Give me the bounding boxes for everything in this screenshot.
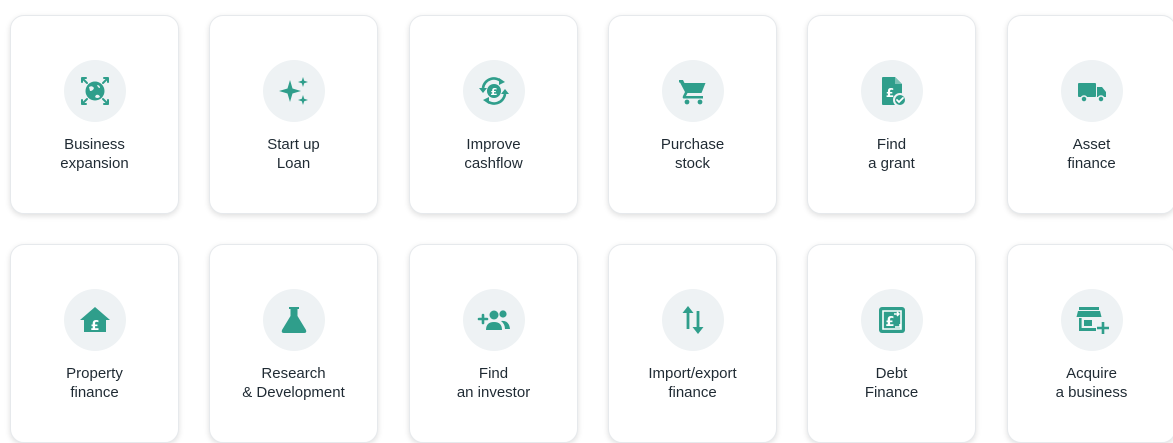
icon-circle [263,289,325,351]
card-improve-cashflow[interactable]: £ Improve cashflow [409,15,578,214]
card-acquire-a-business[interactable]: Acquire a business [1007,244,1173,443]
house-pound-icon: £ [80,307,110,334]
label-line-2: Finance [864,384,919,401]
label-line-1: Research [261,365,326,382]
label-line-2: cashflow [464,155,523,172]
label-line-2: an investor [456,384,531,401]
card-label: Asset finance [1008,135,1173,173]
finance-options-grid: Business expansion Start up Loan £ Impro… [0,0,1173,443]
icon-circle [463,289,525,351]
label-line-2: finance [70,384,119,401]
add-people-icon [477,310,510,330]
icon-circle [1061,289,1123,351]
card-purchase-stock[interactable]: Purchase stock [608,15,777,214]
label-line-1: Business [64,136,125,153]
icon-circle [64,60,126,122]
svg-text:£: £ [491,87,498,98]
card-find-an-investor[interactable]: Find an investor [409,244,578,443]
store-add-icon [1076,307,1109,334]
card-label: Property finance [11,364,178,402]
card-label: Debt Finance [808,364,975,402]
card-label: Start up Loan [210,135,377,173]
card-research-development[interactable]: Research & Development [209,244,378,443]
card-find-a-grant[interactable]: £ Find a grant [807,15,976,214]
card-start-up-loan[interactable]: Start up Loan [209,15,378,214]
icon-circle: £ [861,60,923,122]
icon-circle: £ [463,60,525,122]
truck-icon [1078,83,1106,103]
up-down-arrows-icon [682,306,704,334]
label-line-1: Asset [1072,136,1111,153]
label-line-2: expansion [60,155,129,172]
label-line-2: a business [1055,384,1128,401]
shopping-cart-icon [679,80,706,105]
icon-circle: £ [861,289,923,351]
card-label: Improve cashflow [410,135,577,173]
card-debt-finance[interactable]: £ Debt Finance [807,244,976,443]
flask-icon [281,307,307,333]
card-label: Find a grant [808,135,975,173]
icon-circle [1061,60,1123,122]
icon-circle [662,289,724,351]
icon-circle [662,60,724,122]
card-business-expansion[interactable]: Business expansion [10,15,179,214]
svg-text:£: £ [885,315,894,330]
label-line-2: finance [668,384,717,401]
label-line-1: Purchase [660,136,725,153]
card-asset-finance[interactable]: Asset finance [1007,15,1173,214]
label-line-2: & Development [242,384,345,401]
label-line-1: Debt [875,365,908,382]
card-label: Purchase stock [609,135,776,173]
label-line-2: finance [1067,155,1116,172]
icon-circle: £ [64,289,126,351]
grant-document-icon: £ [882,77,907,107]
card-label: Import/export finance [609,364,776,402]
label-line-2: stock [674,155,710,172]
label-line-1: Import/export [648,365,737,382]
label-line-2: a grant [868,155,915,172]
svg-text:£: £ [90,319,99,334]
label-line-2: Loan [276,155,311,172]
label-line-1: Find [478,365,509,382]
card-import-export-finance[interactable]: Import/export finance [608,244,777,443]
card-label: Business expansion [11,135,178,173]
icon-circle [263,60,325,122]
card-label: Find an investor [410,364,577,402]
svg-text:£: £ [886,86,894,100]
label-line-1: Start up [267,136,320,153]
card-label: Research & Development [210,364,377,402]
label-line-1: Property [66,365,123,382]
sparkles-icon [279,77,308,105]
pound-exchange-icon: £ [879,307,905,333]
label-line-1: Acquire [1066,365,1117,382]
globe-expand-icon [81,77,109,105]
card-property-finance[interactable]: £ Property finance [10,244,179,443]
label-line-1: Find [876,136,907,153]
pound-cycle-icon: £ [479,77,509,105]
card-label: Acquire a business [1008,364,1173,402]
label-line-1: Improve [466,136,521,153]
